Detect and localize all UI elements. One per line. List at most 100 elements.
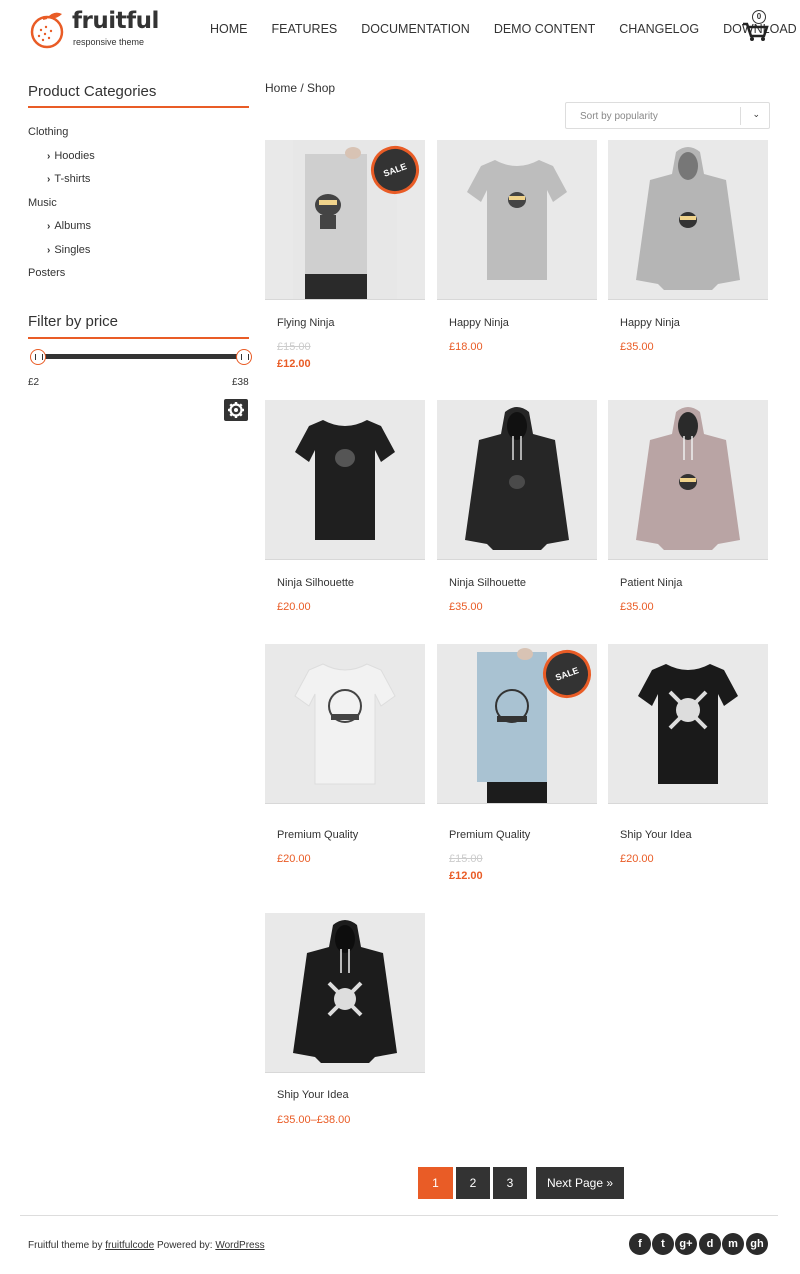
github-icon[interactable]: gh [746, 1233, 768, 1255]
chevron-right-icon: › [47, 245, 51, 256]
category-clothing[interactable]: Clothing [28, 126, 68, 138]
filter-underline [28, 337, 249, 339]
category-singles[interactable]: › Singles [47, 244, 90, 256]
product-image-poster: SALE [437, 644, 597, 804]
nav-documentation[interactable]: DOCUMENTATION [361, 22, 470, 36]
card-divider [608, 559, 768, 560]
card-divider [608, 803, 768, 804]
product-price: £20.00 [620, 853, 654, 865]
product-name[interactable]: Patient Ninja [620, 577, 682, 589]
product-image-tshirt [265, 644, 425, 804]
page-3-button[interactable]: 3 [493, 1167, 527, 1199]
price-min-label: £2 [28, 377, 40, 388]
category-label: Albums [54, 220, 92, 232]
filter-button[interactable] [224, 399, 248, 421]
category-albums[interactable]: › Albums [47, 220, 91, 232]
card-divider [265, 559, 425, 560]
price-max-label: £38 [232, 377, 249, 388]
price-slider-track[interactable] [33, 354, 243, 359]
sort-divider [740, 107, 741, 125]
card-divider [608, 299, 768, 300]
category-tshirts[interactable]: › T-shirts [47, 173, 90, 185]
product-name[interactable]: Ninja Silhouette [449, 577, 526, 589]
chevron-right-icon: › [47, 174, 51, 185]
product-image-tshirt [437, 140, 597, 300]
footer-middle: Powered by: [154, 1240, 216, 1251]
product-price: £35.00 [449, 601, 483, 613]
product-name[interactable]: Flying Ninja [277, 317, 334, 329]
product-image-tshirt [608, 644, 768, 804]
category-hoodies[interactable]: › Hoodies [47, 150, 95, 162]
price-slider-min-handle[interactable] [30, 349, 46, 365]
product-name[interactable]: Premium Quality [277, 829, 358, 841]
breadcrumb: Home / Shop [265, 81, 336, 95]
price-slider-max-handle[interactable] [236, 349, 252, 365]
product-price: £35.00 [620, 341, 654, 353]
facebook-icon[interactable]: f [629, 1233, 651, 1255]
product-price: £18.00 [449, 341, 483, 353]
product-price: £35.00 [620, 601, 654, 613]
product-name[interactable]: Happy Ninja [620, 317, 680, 329]
site-logo[interactable]: fruitful responsive theme [28, 8, 159, 50]
category-music[interactable]: Music [28, 197, 57, 209]
platform-link[interactable]: WordPress [215, 1240, 264, 1251]
footer-prefix: Fruitful theme by [28, 1240, 106, 1251]
filter-title: Filter by price [28, 313, 119, 330]
product-price: £20.00 [277, 601, 311, 613]
product-name[interactable]: Ship Your Idea [620, 829, 692, 841]
chevron-right-icon: › [47, 221, 51, 232]
product-image-hoodie [608, 140, 768, 300]
card-divider [437, 803, 597, 804]
footer-credits: Fruitful theme by fruitfulcode Powered b… [28, 1240, 265, 1251]
product-old-price: £15.00 [277, 341, 311, 353]
product-name[interactable]: Ship Your Idea [277, 1089, 349, 1101]
nav-features[interactable]: FEATURES [272, 22, 338, 36]
cart-button[interactable]: 0 [742, 10, 770, 42]
card-divider [437, 299, 597, 300]
category-label: Singles [54, 244, 91, 256]
chevron-right-icon: › [47, 151, 51, 162]
category-label: T-shirts [54, 173, 91, 185]
dribbble-icon[interactable]: d [699, 1233, 721, 1255]
category-posters[interactable]: Posters [28, 267, 65, 279]
product-image-hoodie [608, 400, 768, 560]
google-plus-icon[interactable]: g+ [675, 1233, 697, 1255]
orange-logo-icon [30, 12, 64, 49]
product-image-tshirt [265, 400, 425, 560]
nav-home[interactable]: HOME [210, 22, 248, 36]
product-name[interactable]: Ninja Silhouette [277, 577, 354, 589]
product-name[interactable]: Premium Quality [449, 829, 530, 841]
next-page-button[interactable]: Next Page » [536, 1167, 624, 1199]
card-divider [437, 559, 597, 560]
category-label: Hoodies [54, 150, 95, 162]
nav-demo-content[interactable]: DEMO CONTENT [494, 22, 595, 36]
page-2-button[interactable]: 2 [456, 1167, 490, 1199]
sort-value: Sort by popularity [580, 111, 658, 122]
logo-tagline: responsive theme [73, 37, 145, 47]
product-image-hoodie [265, 913, 425, 1073]
twitter-icon[interactable]: t [652, 1233, 674, 1255]
footer-divider [20, 1215, 778, 1216]
product-price: £35.00–£38.00 [277, 1114, 351, 1126]
author-link[interactable]: fruitfulcode [105, 1240, 154, 1251]
product-price: £12.00 [277, 358, 311, 370]
sort-select[interactable]: Sort by popularity ⌄ [565, 102, 770, 129]
product-image-hoodie [437, 400, 597, 560]
product-price: £12.00 [449, 870, 483, 882]
card-divider [265, 1072, 425, 1073]
main-nav: HOME FEATURES DOCUMENTATION DEMO CONTENT… [198, 22, 800, 36]
card-divider [265, 299, 425, 300]
double-chevron-down-icon: ⌄ [752, 109, 760, 119]
nav-changelog[interactable]: CHANGELOG [619, 22, 699, 36]
product-name[interactable]: Happy Ninja [449, 317, 509, 329]
product-price: £20.00 [277, 853, 311, 865]
product-image-poster: SALE [265, 140, 425, 300]
categories-underline [28, 106, 249, 108]
logo-wordmark: fruitful [72, 8, 159, 34]
categories-title: Product Categories [28, 83, 157, 100]
gear-icon [228, 402, 244, 418]
email-icon[interactable]: m [722, 1233, 744, 1255]
cart-count: 0 [752, 10, 766, 24]
product-old-price: £15.00 [449, 853, 483, 865]
page-1-button[interactable]: 1 [418, 1167, 453, 1199]
